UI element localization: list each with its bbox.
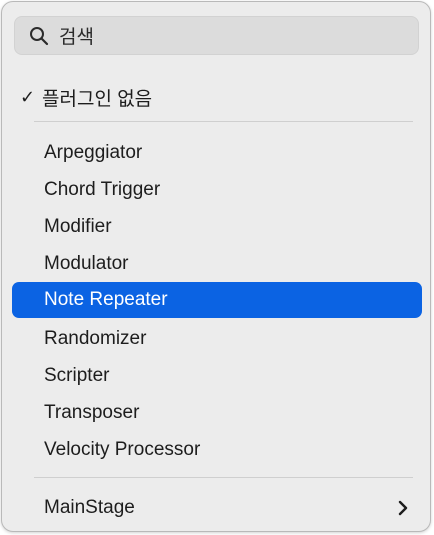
menu-item-modifier[interactable]: Modifier	[12, 209, 422, 245]
menu-item-mainstage-submenu[interactable]: MainStage	[12, 490, 422, 526]
menu-item-note-repeater[interactable]: Note Repeater	[12, 282, 422, 318]
menu-item-label: Note Repeater	[44, 289, 168, 310]
menu-item-label: Modifier	[44, 216, 112, 237]
menu-separator	[34, 121, 413, 122]
search-field[interactable]: 검색	[14, 16, 419, 55]
menu-item-label: Scripter	[44, 365, 110, 386]
menu-item-label: Modulator	[44, 253, 129, 274]
chevron-right-icon	[396, 499, 410, 517]
menu-separator	[34, 477, 413, 478]
menu-item-chord-trigger[interactable]: Chord Trigger	[12, 172, 422, 208]
menu-item-label: Velocity Processor	[44, 439, 201, 460]
menu-item-label: MainStage	[44, 497, 135, 518]
menu-item-label: Chord Trigger	[44, 179, 161, 200]
menu-item-label: Transposer	[44, 402, 140, 423]
menu-item-randomizer[interactable]: Randomizer	[12, 321, 422, 357]
plugin-menu: 검색 ✓ 플러그인 없음 Arpeggiator Chord Trigger M…	[1, 1, 431, 532]
menu-item-label: Arpeggiator	[44, 142, 143, 163]
menu-item-modulator[interactable]: Modulator	[12, 246, 422, 282]
search-icon	[29, 26, 49, 46]
menu-item-no-plugin[interactable]: ✓ 플러그인 없음	[12, 79, 422, 115]
menu-item-scripter[interactable]: Scripter	[12, 358, 422, 394]
menu-item-velocity-processor[interactable]: Velocity Processor	[12, 432, 422, 468]
menu-item-label: Randomizer	[44, 328, 147, 349]
menu-item-arpeggiator[interactable]: Arpeggiator	[12, 135, 422, 171]
menu-item-transposer[interactable]: Transposer	[12, 395, 422, 431]
checkmark-icon: ✓	[20, 86, 36, 107]
search-placeholder: 검색	[59, 27, 94, 48]
menu-item-label: 플러그인 없음	[42, 88, 153, 110]
